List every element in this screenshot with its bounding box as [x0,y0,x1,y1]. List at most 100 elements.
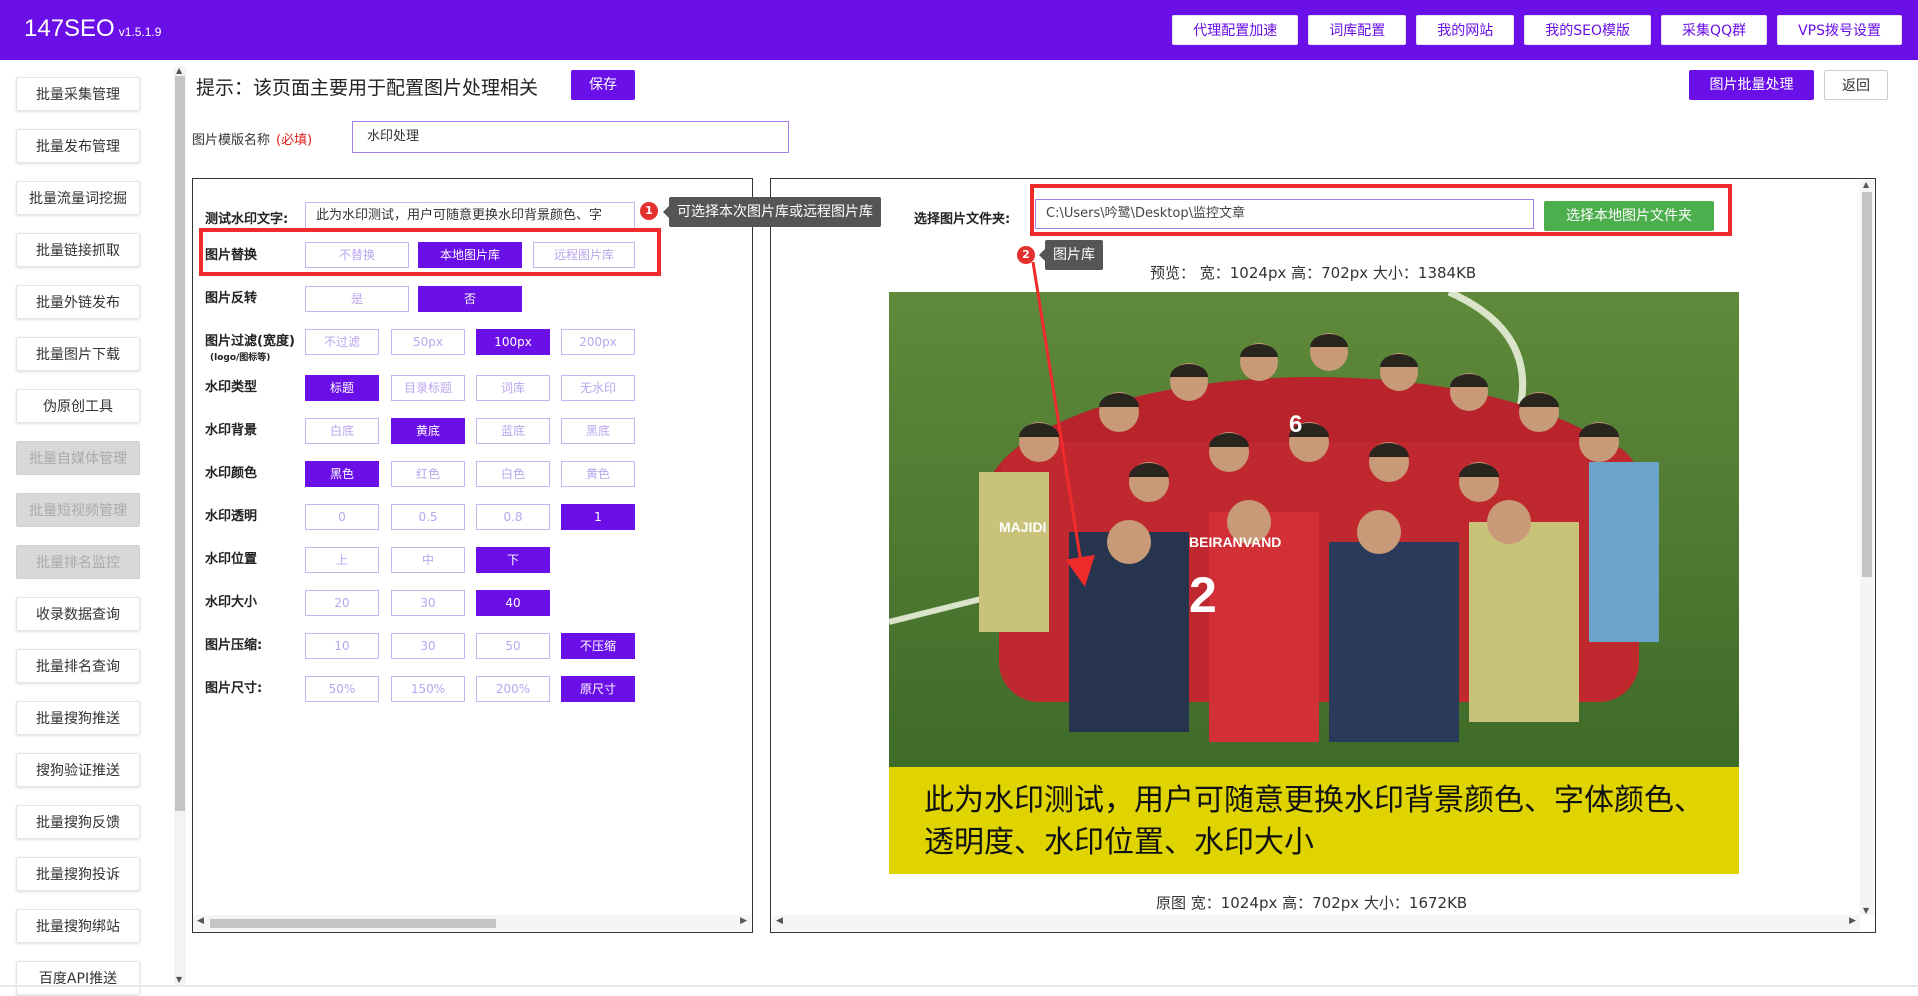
option-wm-pos-bottom[interactable]: 下 [476,547,550,573]
option-wm-size-20[interactable]: 20 [305,590,379,616]
option-flip-no[interactable]: 否 [418,286,522,312]
sidebar-item-baidu-api[interactable]: 百度API推送 [16,961,140,995]
sidebar-item-image-download[interactable]: 批量图片下载 [16,337,140,371]
option-wm-pos-middle[interactable]: 中 [391,547,465,573]
svg-text:BEIRANVAND: BEIRANVAND [1189,534,1281,550]
sidebar-item-link-crawl[interactable]: 批量链接抓取 [16,233,140,267]
option-wm-opacity-05[interactable]: 0.5 [391,504,465,530]
sidebar-item-pseudo-original[interactable]: 伪原创工具 [16,389,140,423]
option-compress-10[interactable]: 10 [305,633,379,659]
back-button[interactable]: 返回 [1824,70,1888,100]
scroll-up-icon[interactable]: ▲ [1863,180,1869,189]
option-wm-color-yellow[interactable]: 黄色 [561,461,635,487]
option-wm-opacity-1[interactable]: 1 [561,504,635,530]
option-wm-color-black[interactable]: 黑色 [305,461,379,487]
option-wm-pos-top[interactable]: 上 [305,547,379,573]
sidebar-item-index-query[interactable]: 收录数据查询 [16,597,140,631]
app-brand: 147SEO v1.5.1.9 [24,15,161,43]
nav-lexicon-button[interactable]: 词库配置 [1308,15,1407,45]
save-button[interactable]: 保存 [571,70,635,100]
sidebar-item-rank-query[interactable]: 批量排名查询 [16,649,140,683]
scroll-down-icon[interactable]: ▼ [1863,906,1869,915]
option-compress-none[interactable]: 不压缩 [561,633,635,659]
preview-vscrollbar[interactable]: ▲ ▼ [1860,180,1874,915]
option-wm-size-40[interactable]: 40 [476,590,550,616]
app-name: 147SEO [24,15,115,42]
option-size-original[interactable]: 原尺寸 [561,676,635,702]
sidebar-item-sogou-complaint[interactable]: 批量搜狗投诉 [16,857,140,891]
wm-text-input[interactable]: 此为水印测试，用户可随意更换水印背景颜色、字 [305,202,635,230]
svg-text:MAJIDI: MAJIDI [999,519,1046,535]
sidebar-item-sogou-feedback[interactable]: 批量搜狗反馈 [16,805,140,839]
annotation-badge-2: 2 [1017,246,1035,264]
option-filter-50[interactable]: 50px [391,329,465,355]
option-wm-opacity-0[interactable]: 0 [305,504,379,530]
annotation-badge-1: 1 [640,202,658,220]
option-wm-type-dir-title[interactable]: 目录标题 [391,375,465,401]
option-wm-opacity-08[interactable]: 0.8 [476,504,550,530]
option-size-50[interactable]: 50% [305,676,379,702]
sidebar-item-outlink-publish[interactable]: 批量外链发布 [16,285,140,319]
wm-bg-label: 水印背景 [205,423,258,438]
option-compress-30[interactable]: 30 [391,633,465,659]
option-wm-type-lexicon[interactable]: 词库 [476,375,550,401]
scroll-right-icon[interactable]: ▶ [740,916,747,926]
nav-vps-dial-button[interactable]: VPS拨号设置 [1777,15,1902,45]
wm-size-label: 水印大小 [205,595,258,610]
option-filter-100[interactable]: 100px [476,329,550,355]
option-wm-color-white[interactable]: 白色 [476,461,550,487]
batch-image-process-button[interactable]: 图片批量处理 [1689,70,1814,100]
required-mark: (必填) [276,133,313,148]
sidebar-item-sogou-push[interactable]: 批量搜狗推送 [16,701,140,735]
sidebar-item-sogou-bind[interactable]: 批量搜狗绑站 [16,909,140,943]
flip-label: 图片反转 [205,291,258,306]
sidebar-item-rank-monitor: 批量排名监控 [16,545,140,579]
nav-proxy-button[interactable]: 代理配置加速 [1172,15,1299,45]
sidebar-scroll-thumb[interactable] [175,76,185,811]
preview-vscroll-thumb[interactable] [1862,192,1872,577]
annotation-callout-2: 图片库 [1039,240,1103,270]
scroll-up-icon[interactable]: ▲ [176,66,182,75]
sidebar-scrollbar[interactable]: ▲ ▼ [174,66,186,986]
option-filter-none[interactable]: 不过滤 [305,329,379,355]
nav-seo-template-button[interactable]: 我的SEO模版 [1524,15,1652,45]
option-size-200[interactable]: 200% [476,676,550,702]
sidebar-item-batch-collect[interactable]: 批量采集管理 [16,77,140,111]
sidebar-item-traffic-words[interactable]: 批量流量词挖掘 [16,181,140,215]
preview-image: 2 BEIRANVAND MAJIDI 6 [889,292,1739,767]
option-wm-bg-blue[interactable]: 蓝底 [476,418,550,444]
option-wm-color-red[interactable]: 红色 [391,461,465,487]
nav-qq-group-button[interactable]: 采集QQ群 [1661,15,1768,45]
scroll-left-icon[interactable]: ◀ [197,916,204,926]
template-name-input[interactable]: 水印处理 [352,121,789,153]
nav-my-sites-button[interactable]: 我的网站 [1416,15,1515,45]
scroll-down-icon[interactable]: ▼ [176,975,182,984]
filter-sublabel: (logo/图标等) [210,353,271,363]
option-compress-50[interactable]: 50 [476,633,550,659]
option-wm-type-none[interactable]: 无水印 [561,375,635,401]
wm-color-label: 水印颜色 [205,466,258,481]
preview-hscrollbar[interactable]: ◀ ▶ [772,915,1860,931]
preview-info: 预览： 宽：1024px 高：702px 大小：1384KB [1150,264,1477,282]
option-wm-bg-black[interactable]: 黑底 [561,418,635,444]
watermark-text: 此为水印测试，用户可随意更换水印背景颜色、字体颜色、透明度、水印位置、水印大小 [924,783,1704,860]
settings-hscroll-thumb[interactable] [210,919,496,928]
settings-hscrollbar[interactable]: ◀ ▶ [193,915,751,931]
option-flip-yes[interactable]: 是 [305,286,409,312]
option-wm-bg-yellow[interactable]: 黄底 [391,418,465,444]
compress-label: 图片压缩: [205,638,263,653]
top-bar: 147SEO v1.5.1.9 代理配置加速 词库配置 我的网站 我的SEO模版 … [0,0,1918,60]
option-filter-200[interactable]: 200px [561,329,635,355]
sidebar: 批量采集管理 批量发布管理 批量流量词挖掘 批量链接抓取 批量外链发布 批量图片… [0,60,170,995]
folder-label: 选择图片文件夹: [914,212,1011,227]
option-wm-type-title[interactable]: 标题 [305,375,379,401]
wm-position-label: 水印位置 [205,552,258,567]
option-size-150[interactable]: 150% [391,676,465,702]
scroll-left-icon[interactable]: ◀ [776,916,783,926]
option-wm-bg-white[interactable]: 白底 [305,418,379,444]
option-wm-size-30[interactable]: 30 [391,590,465,616]
sidebar-item-sogou-verify[interactable]: 搜狗验证推送 [16,753,140,787]
scroll-right-icon[interactable]: ▶ [1849,916,1856,926]
filter-label: 图片过滤(宽度) [205,334,295,349]
sidebar-item-batch-publish[interactable]: 批量发布管理 [16,129,140,163]
